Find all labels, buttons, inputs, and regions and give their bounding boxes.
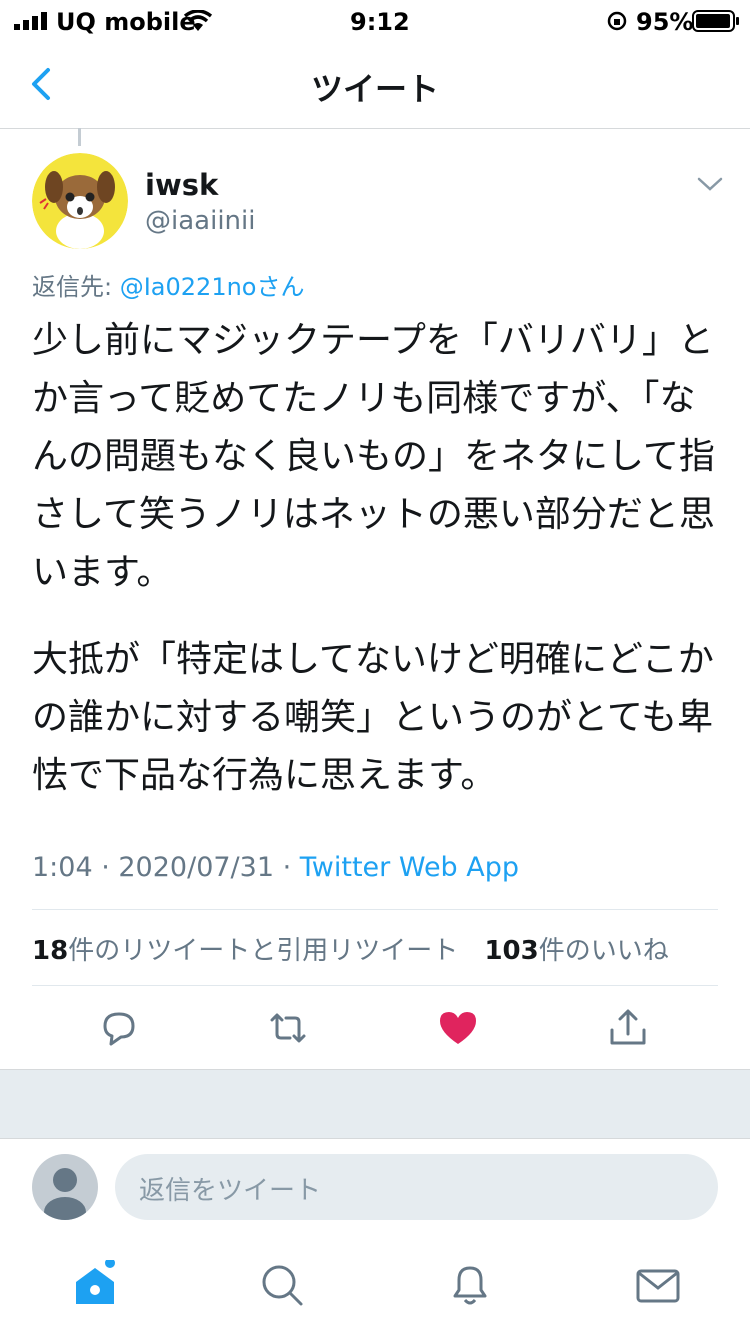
author-avatar[interactable] — [32, 153, 128, 249]
reply-mention-link[interactable]: @Ia0221noさん — [120, 273, 305, 301]
author-handle[interactable]: @iaaiinii — [145, 206, 255, 236]
status-bar: UQ mobile 9:12 95% — [0, 0, 750, 42]
section-divider — [0, 1069, 750, 1139]
like-icon[interactable] — [436, 1006, 480, 1050]
page-title: ツイート — [310, 70, 439, 108]
tweet-stats: 18件のリツイートと引用リツイート 103件のいいね — [32, 930, 669, 967]
nav-bar: ツイート — [0, 42, 750, 129]
signal-icon — [14, 12, 47, 30]
retweets-label: 件のリツイートと引用リツイート — [68, 936, 459, 966]
retweets-count: 18 — [32, 936, 69, 966]
dog-avatar-icon — [32, 153, 128, 249]
chevron-down-icon[interactable] — [695, 174, 725, 194]
share-icon[interactable] — [606, 1006, 650, 1050]
home-icon[interactable] — [70, 1260, 120, 1310]
tweet-text-paragraph: 少し前にマジックテープを「バリバリ」とか言って貶めてたノリも同様ですが、「なんの… — [32, 320, 715, 593]
clock: 9:12 — [350, 8, 410, 36]
wifi-icon — [183, 10, 213, 31]
divider — [32, 909, 718, 910]
thread-line — [78, 128, 81, 146]
divider — [32, 985, 718, 986]
client-link[interactable]: Twitter Web App — [300, 852, 519, 883]
reply-input[interactable]: 返信をツイート — [115, 1154, 718, 1220]
default-avatar-icon — [44, 1168, 86, 1220]
reply-to-prefix: 返信先: — [32, 273, 120, 301]
tweet-text-paragraph: 大抵が「特定はしてないけど明確にどこかの誰かに対する嘲笑」というのがとても卑怯で… — [32, 639, 714, 796]
retweets-stat[interactable]: 18件のリツイートと引用リツイート — [32, 936, 458, 966]
orientation-lock-icon — [607, 11, 627, 31]
messages-icon[interactable] — [633, 1260, 683, 1310]
carrier-label: UQ mobile — [56, 8, 196, 36]
reply-placeholder: 返信をツイート — [139, 1176, 322, 1206]
reply-to-line: 返信先: @Ia0221noさん — [32, 267, 304, 302]
notifications-icon[interactable] — [445, 1260, 495, 1310]
likes-count: 103 — [484, 936, 539, 966]
likes-stat[interactable]: 103件のいいね — [484, 936, 668, 966]
battery-icon — [692, 10, 739, 32]
likes-label: 件のいいね — [538, 936, 669, 966]
reply-icon[interactable] — [97, 1006, 141, 1050]
tweet-meta: 1:04 · 2020/07/31 · Twitter Web App — [32, 852, 519, 883]
author-name[interactable]: iwsk — [145, 168, 218, 202]
search-icon[interactable] — [257, 1260, 307, 1310]
battery-percent: 95% — [636, 8, 694, 36]
user-avatar[interactable] — [32, 1154, 98, 1220]
timestamp: 1:04 · 2020/07/31 · — [32, 852, 300, 883]
retweet-icon[interactable] — [266, 1006, 310, 1050]
